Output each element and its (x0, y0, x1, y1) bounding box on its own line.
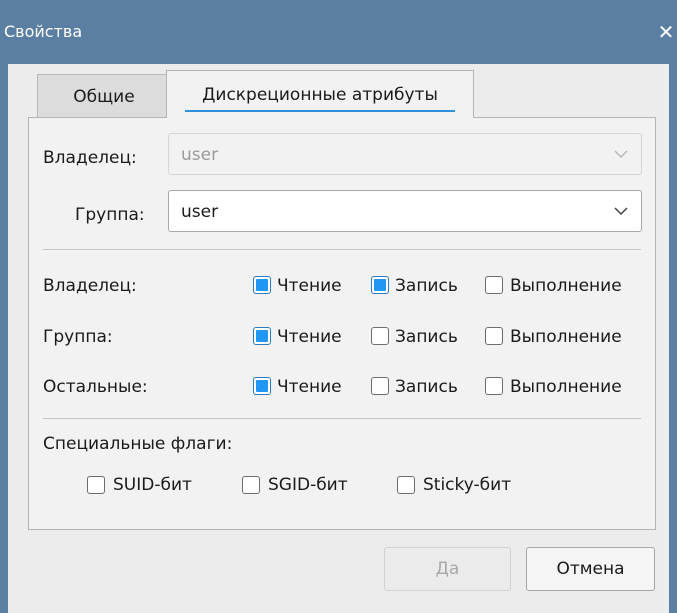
suid-label: SUID-бит (113, 475, 192, 495)
group-combobox-value: user (181, 202, 219, 222)
owner-write-checkbox[interactable] (371, 276, 389, 294)
sgid-label: SGID-бит (268, 475, 348, 495)
group-read-checkbox[interactable] (253, 327, 271, 345)
active-tab-indicator (185, 110, 455, 112)
others-exec-label: Выполнение (510, 377, 622, 397)
sgid-checkbox[interactable] (242, 476, 260, 494)
close-icon[interactable]: ✕ (655, 20, 677, 44)
special-flags-label: Специальные флаги: (43, 434, 233, 454)
separator (43, 249, 641, 250)
cancel-button[interactable]: Отмена (526, 547, 655, 591)
group-read-label: Чтение (277, 327, 342, 347)
owner-combobox-value: user (181, 145, 219, 165)
group-exec-label: Выполнение (510, 327, 622, 347)
suid-checkbox[interactable] (87, 476, 105, 494)
owner-combobox: user (168, 133, 642, 175)
tab-general-label: Общие (73, 87, 135, 107)
ok-button[interactable]: Да (384, 547, 511, 591)
group-write-checkbox[interactable] (371, 327, 389, 345)
others-exec-checkbox[interactable] (485, 377, 503, 395)
tab-dac-label: Дискреционные атрибуты (202, 85, 438, 105)
owner-label: Владелец: (43, 148, 137, 168)
chevron-down-icon (614, 207, 628, 216)
others-read-checkbox[interactable] (253, 377, 271, 395)
group-exec-checkbox[interactable] (485, 327, 503, 345)
owner-write-label: Запись (395, 276, 458, 296)
perm-group-label: Группа: (43, 327, 113, 347)
perm-others-label: Остальные: (43, 377, 148, 397)
tab-discretionary-attributes[interactable]: Дискреционные атрибуты (166, 70, 474, 118)
owner-exec-checkbox[interactable] (485, 276, 503, 294)
owner-read-checkbox[interactable] (253, 276, 271, 294)
separator (43, 418, 641, 419)
others-write-label: Запись (395, 377, 458, 397)
window-title: Свойства (4, 22, 83, 41)
group-write-label: Запись (395, 327, 458, 347)
chevron-down-icon (614, 150, 628, 159)
others-write-checkbox[interactable] (371, 377, 389, 395)
title-bar[interactable]: Свойства ✕ (0, 0, 677, 64)
group-combobox[interactable]: user (168, 190, 642, 232)
others-read-label: Чтение (277, 377, 342, 397)
sticky-checkbox[interactable] (397, 476, 415, 494)
perm-owner-label: Владелец: (43, 276, 137, 296)
owner-exec-label: Выполнение (510, 276, 622, 296)
tab-general[interactable]: Общие (37, 74, 171, 118)
group-label: Группа: (75, 205, 145, 225)
owner-read-label: Чтение (277, 276, 342, 296)
sticky-label: Sticky-бит (423, 475, 512, 495)
tab-panel: Владелец: user Группа: user Владелец: Чт… (28, 117, 656, 530)
